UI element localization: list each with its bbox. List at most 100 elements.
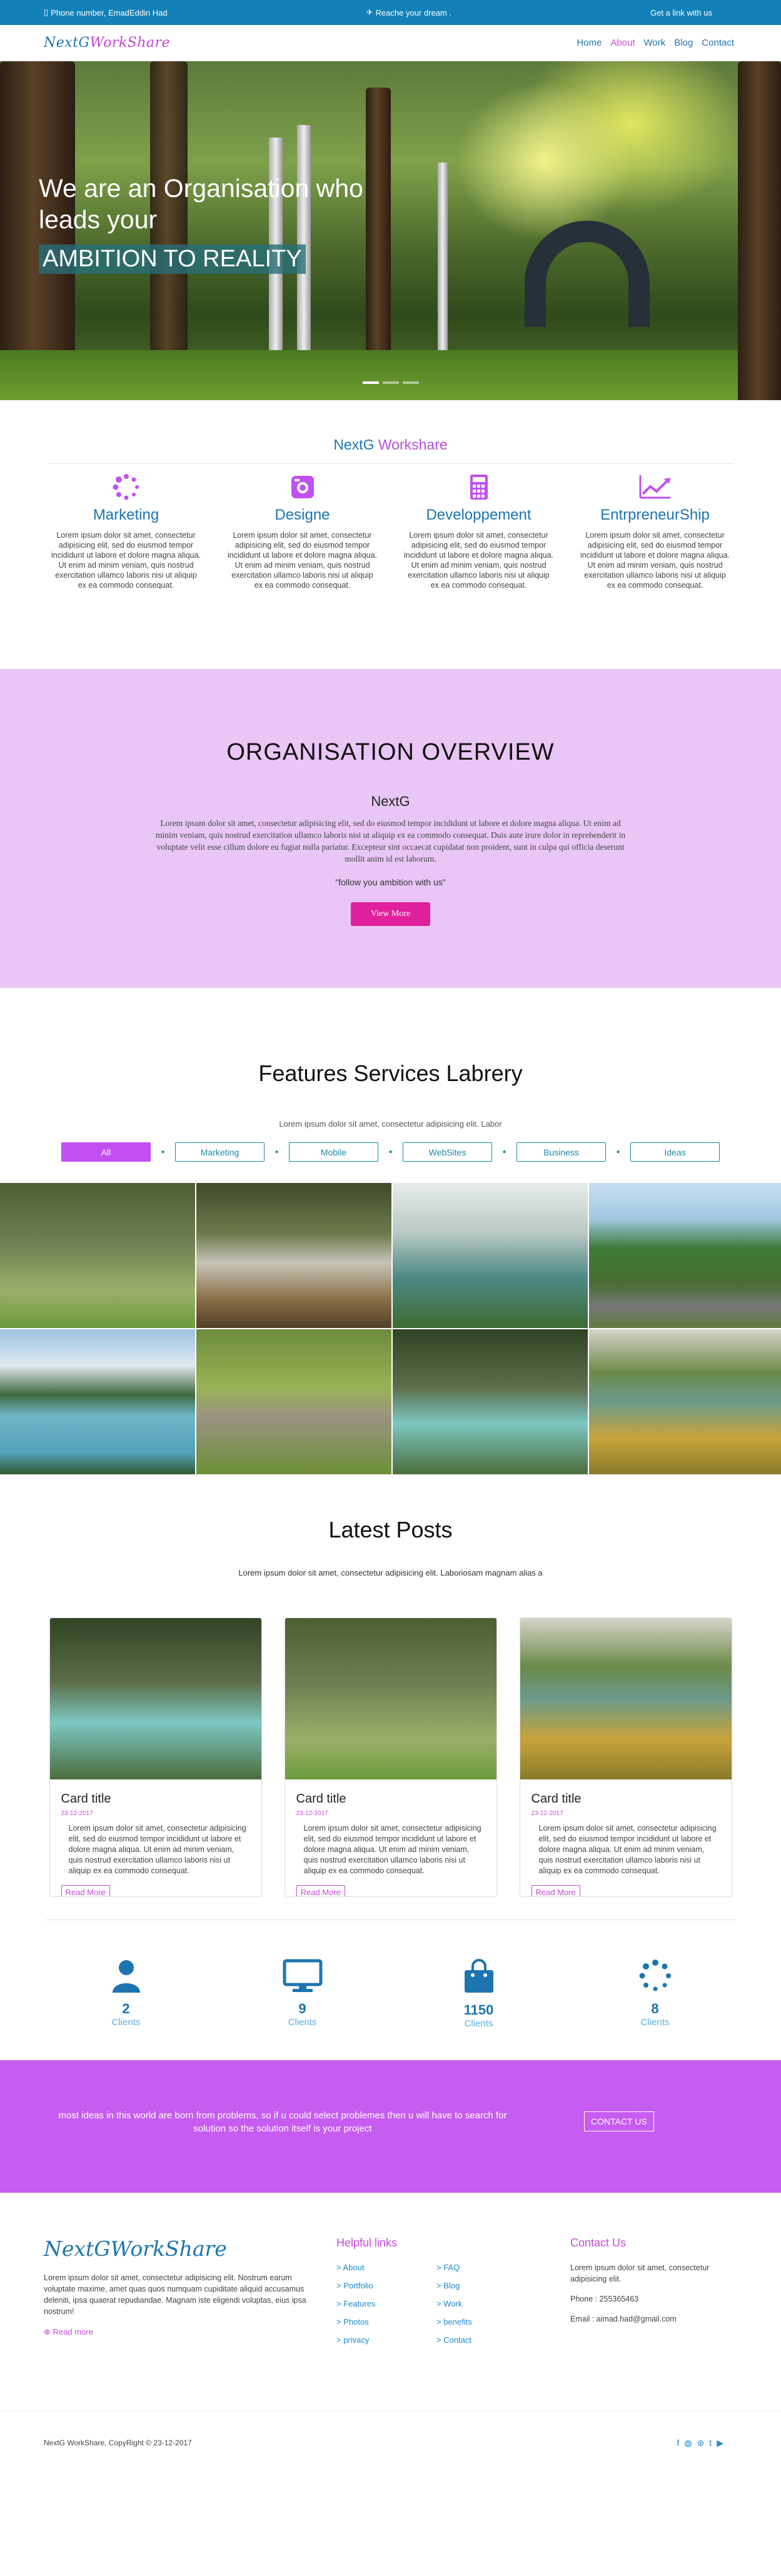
footer-links-col2: > FAQ > Blog > Work > benefits > Contact [436,2258,472,2349]
stat-item: 1150 Clients [391,1959,567,2060]
grass-image [0,350,781,400]
stat-item: 2 Clients [38,1959,214,2060]
facebook-icon[interactable]: f [677,2438,679,2448]
service-text: Lorem ipsum dolor sit amet, consectetur … [227,531,378,590]
get-link[interactable]: Get a link with us [650,8,712,18]
dribbble-icon[interactable]: ⊛ [697,2438,705,2448]
circle-arrow-icon: ⊕ [44,2327,51,2337]
dream-info: ✈ Reache your dream . [366,8,451,18]
latest-posts-section: Latest Posts Lorem ipsum dolor sit amet,… [0,1474,781,1920]
footer-read-more-label: Read more [53,2327,93,2337]
card-text: Lorem ipsum dolor sit amet, consectetur … [538,1824,717,1875]
service-title: EntrpreneurShip [600,506,710,523]
footer-link-contact[interactable]: > Contact [436,2331,472,2349]
spinner-icon [45,471,208,503]
service-title: Marketing [93,506,159,523]
read-more-button[interactable]: Read More [61,1885,110,1896]
footer-brand-part1: NextG [44,2236,111,2261]
footer-link-benefits[interactable]: > benefits [436,2313,472,2331]
gallery-image[interactable] [589,1183,781,1328]
monitor-icon [283,1959,322,1992]
footer: NextGWorkShare Lorem ipsum dolor sit ame… [0,2193,781,2412]
gallery-image[interactable] [393,1329,588,1474]
footer-link-portfolio[interactable]: > Portfolio [336,2277,436,2295]
bullet-separator: ● [502,1149,506,1155]
gallery-image[interactable] [0,1329,195,1474]
gallery-image[interactable] [196,1183,391,1328]
carousel-indicator[interactable] [383,381,399,384]
overview-title: ORGANISATION OVERVIEW [226,739,555,765]
view-more-button[interactable]: View More [350,902,431,926]
nav-work[interactable]: Work [644,38,666,48]
contact-email[interactable]: Email : aimad.had@gmail.com [570,2313,733,2325]
filter-all[interactable]: All [61,1142,151,1162]
navbar: NextGWorkShare Home About Work Blog Cont… [0,25,781,61]
footer-link-privacy[interactable]: > privacy [336,2331,436,2349]
footer-read-more[interactable]: ⊕ Read more [44,2327,319,2337]
twitter-icon[interactable]: t [709,2438,712,2448]
hero-heading: We are an Organisation who leads your [39,173,470,235]
service-text: Lorem ipsum dolor sit amet, consectetur … [51,531,201,590]
contact-text: Lorem ipsum dolor sit amet, consectetur … [570,2263,710,2283]
card-image[interactable] [520,1618,732,1779]
cta-section: most ideas in this world are born from p… [0,2060,781,2193]
footer-link-photos[interactable]: > Photos [336,2313,436,2331]
card-text: Lorem ipsum dolor sit amet, consectetur … [303,1824,481,1875]
gallery-grid [0,1183,781,1474]
footer-link-blog[interactable]: > Blog [436,2277,472,2295]
service-title: Designe [275,506,330,523]
gallery-image[interactable] [393,1183,588,1328]
filter-marketing[interactable]: Marketing [175,1142,265,1162]
hero-line1: We are an Organisation who [39,174,363,203]
gallery-image[interactable] [196,1329,391,1474]
nav-contact[interactable]: Contact [702,38,734,48]
footer-link-about[interactable]: > About [336,2258,436,2277]
features-section: Features Services Labrery Lorem ipsum do… [0,988,781,1474]
phone-text: Phone number, EmadEddin Had [51,8,168,18]
nav-home[interactable]: Home [577,38,602,48]
filter-ideas[interactable]: Ideas [630,1142,720,1162]
stat-label: Clients [288,2017,317,2028]
contact-title: Contact Us [570,2236,627,2249]
filter-business[interactable]: Business [516,1142,606,1162]
card-image[interactable] [285,1618,496,1779]
footer-brand-part2: WorkShare [110,2236,227,2261]
phone-icon: ▯ [44,8,49,17]
stat-label: Clients [464,2018,493,2029]
brand-logo[interactable]: NextGWorkShare [44,35,170,51]
stat-value: 1150 [463,2002,494,2018]
read-more-button[interactable]: Read More [296,1885,345,1896]
carousel-indicator[interactable] [403,381,419,384]
features-title: Features Services Labrery [258,1060,523,1086]
carousel-indicator[interactable] [363,381,379,384]
footer-link-features[interactable]: > Features [336,2295,436,2313]
copyright-text: NextG WorkShare, CopyRight © 23-12-2017 [44,2438,192,2447]
github-icon[interactable]: ◍ [684,2438,692,2448]
card-title: Card title [61,1792,111,1806]
filter-websites[interactable]: WebSites [403,1142,492,1162]
footer-link-faq[interactable]: > FAQ [436,2258,472,2277]
overview-quote: "follow you ambition with us" [335,877,446,887]
copyright-bar: NextG WorkShare, CopyRight © 23-12-2017 … [0,2412,781,2474]
nav-about[interactable]: About [610,38,635,48]
service-developpement: Developpement Lorem ipsum dolor sit amet… [398,471,560,590]
stat-value: 9 [298,2001,306,2016]
phone-info: ▯ Phone number, EmadEddin Had [44,8,168,18]
read-more-button[interactable]: Read More [531,1885,580,1896]
footer-about: NextGWorkShare Lorem ipsum dolor sit ame… [44,2236,319,2337]
contact-us-button[interactable]: CONTACT US [584,2111,654,2131]
calculator-icon [398,471,560,503]
footer-link-work[interactable]: > Work [436,2295,472,2313]
contact-email-text: Email : aimad.had@gmail.com [570,2315,677,2323]
youtube-icon[interactable]: ▶ [717,2438,723,2448]
filter-mobile[interactable]: Mobile [289,1142,378,1162]
stats-section: 2 Clients 9 Clients 1150 Clients 8 Clien… [0,1920,781,2060]
nav-blog[interactable]: Blog [674,38,693,48]
card-date: 23-12-2017 [531,1810,563,1817]
card-image[interactable] [49,1618,261,1779]
stat-item: 8 Clients [567,1959,743,2060]
footer-logo[interactable]: NextGWorkShare [44,2236,319,2261]
workshare-title-a: NextG [333,436,375,453]
gallery-image[interactable] [0,1183,195,1328]
gallery-image[interactable] [589,1329,781,1474]
